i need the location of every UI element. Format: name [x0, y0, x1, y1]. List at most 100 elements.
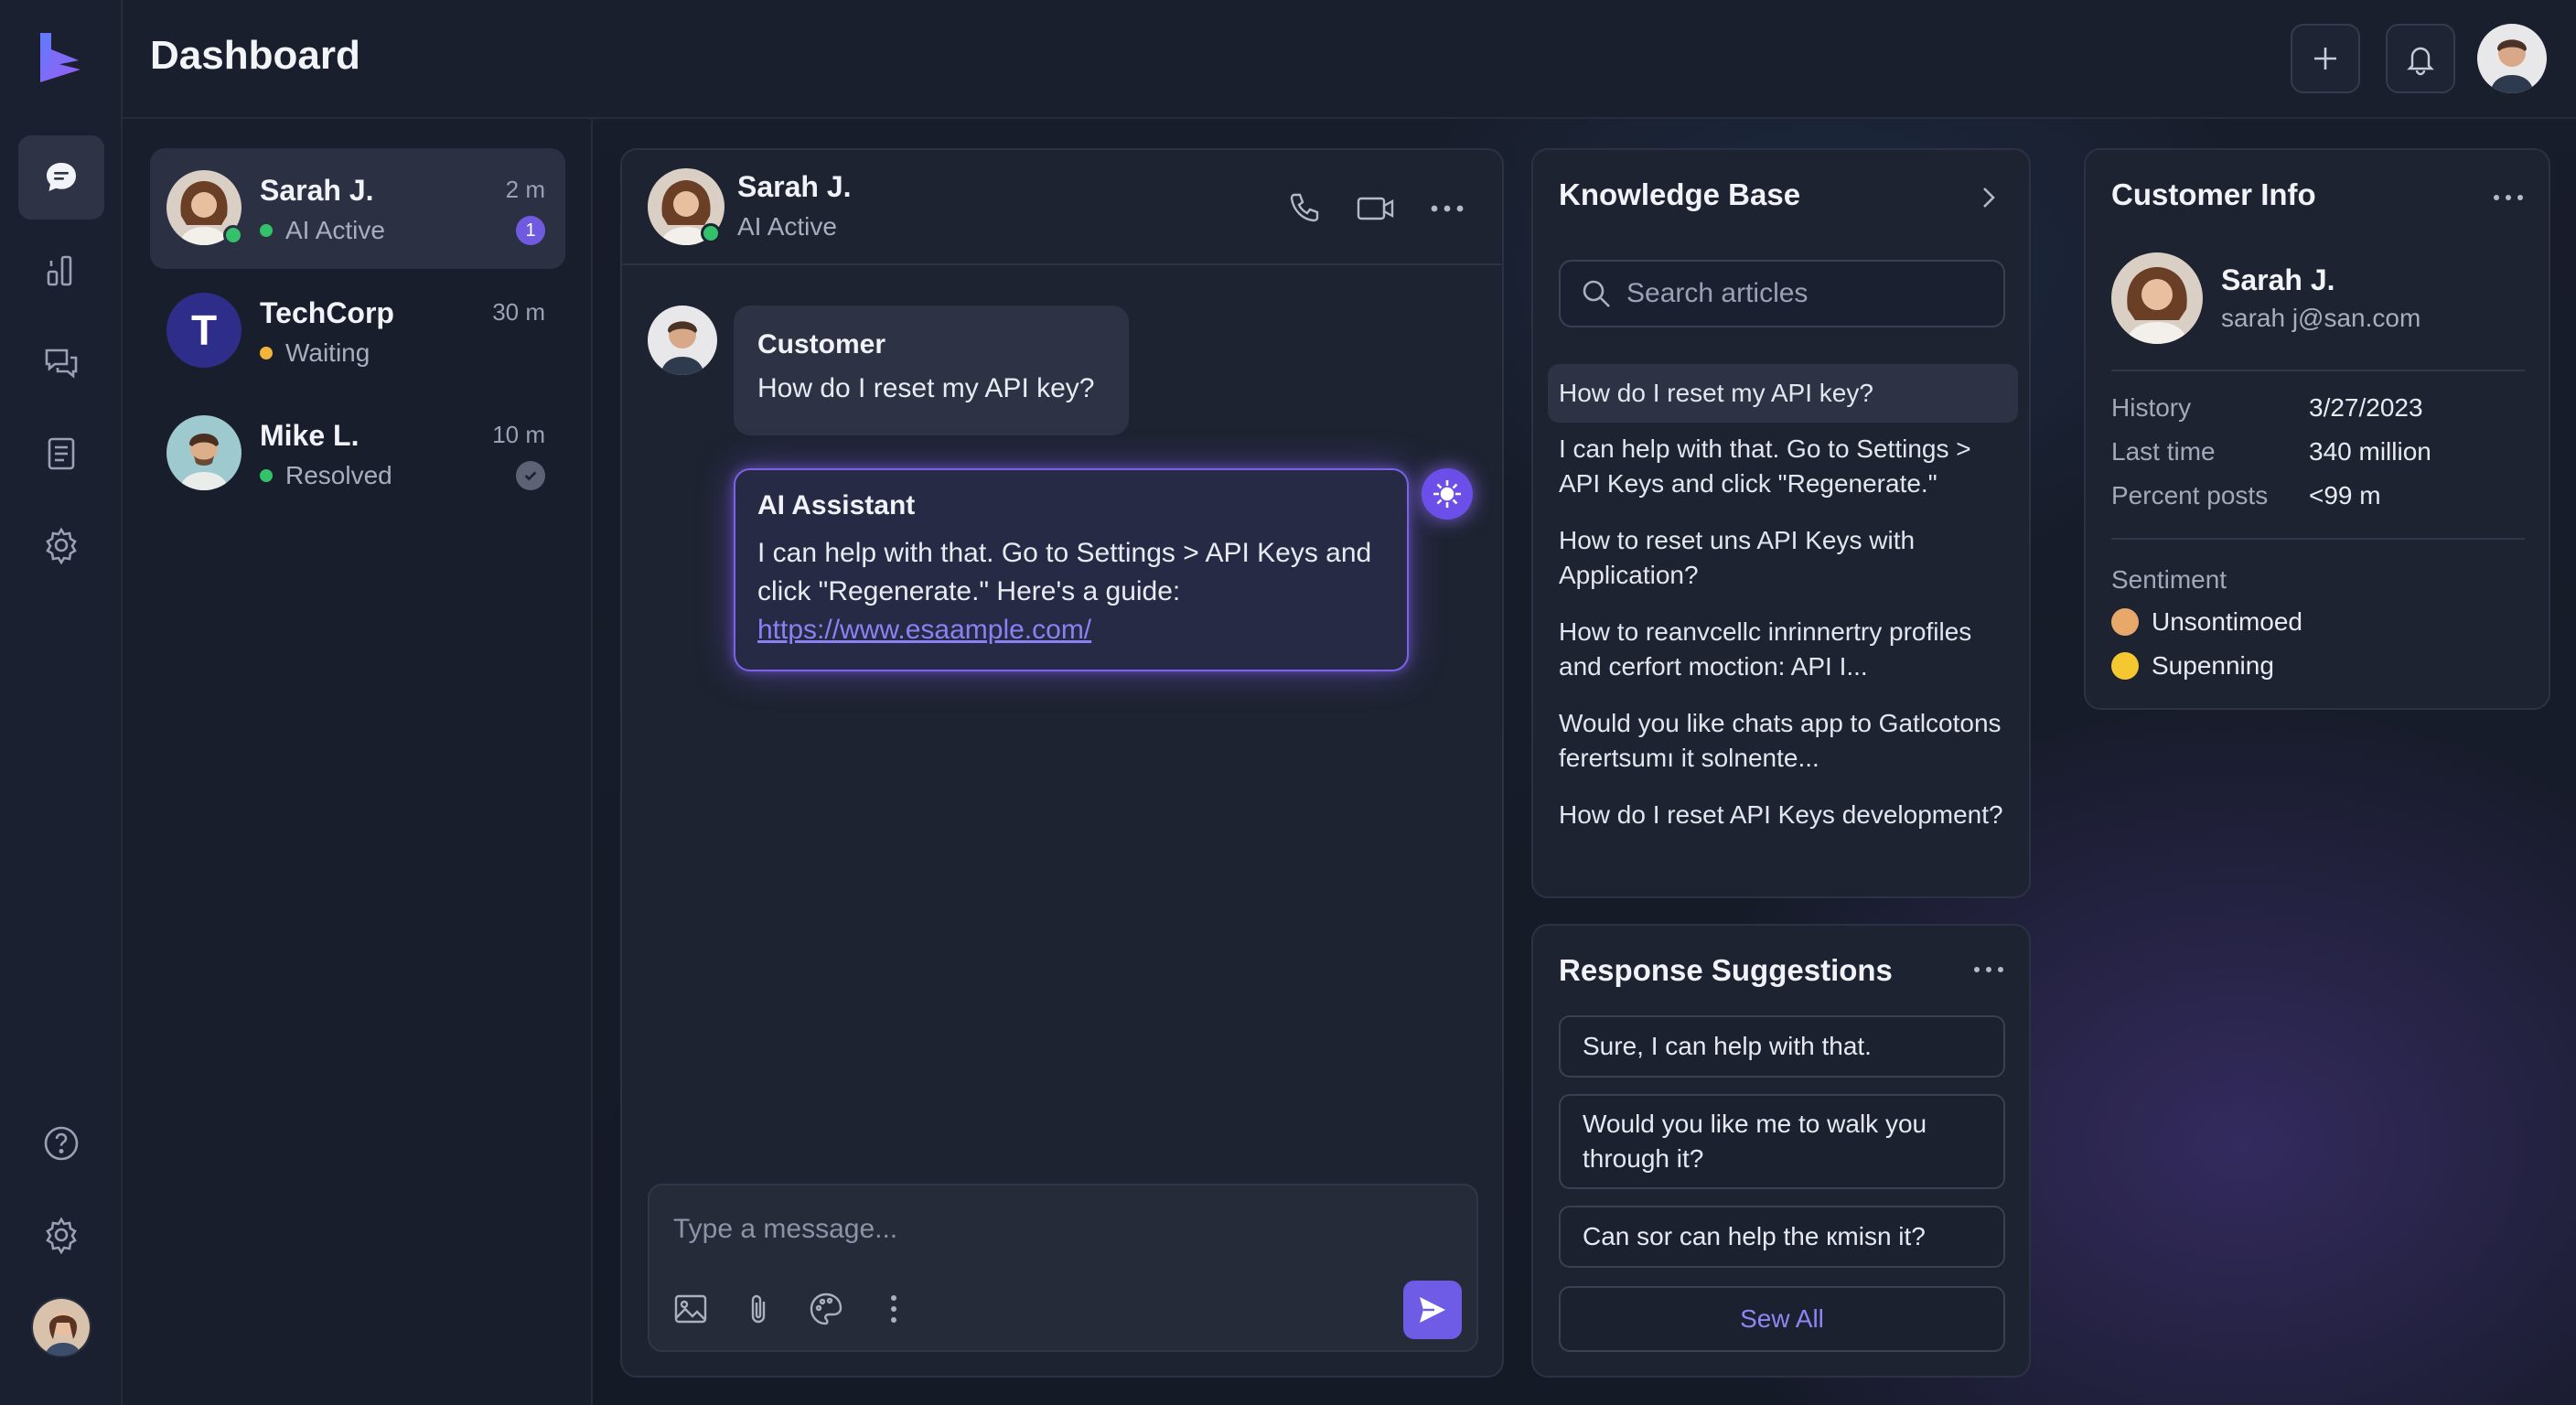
panel-title: Customer Info [2111, 177, 2316, 211]
kb-article[interactable]: I can help with that. Go to Settings > A… [1548, 432, 2018, 501]
help-icon [44, 1126, 79, 1161]
chat-contact-status: AI Active [737, 212, 837, 241]
kb-article[interactable]: How to reanvcellc inrinnertry profiles a… [1548, 615, 2018, 684]
ai-sparkle-badge [1422, 468, 1473, 520]
conversation-status: Resolved [260, 461, 392, 490]
conversation-item-sarah[interactable]: Sarah J. AI Active 2 m 1 [150, 148, 565, 269]
kb-article[interactable]: How do I reset my API key? [1548, 364, 2018, 423]
conversation-time: 30 m [492, 298, 545, 326]
kb-article[interactable]: How do I reset API Keys development? [1548, 798, 2018, 832]
notifications-button[interactable] [2386, 24, 2455, 93]
rail-chat-button[interactable] [18, 135, 104, 220]
rail-help-button[interactable] [18, 1101, 104, 1185]
conversation-item-techcorp[interactable]: T TechCorp Waiting 30 m [150, 271, 565, 391]
chat-bubble-icon [47, 163, 76, 191]
message-input[interactable] [673, 1209, 1423, 1249]
conversation-status-label: Resolved [285, 461, 392, 489]
video-call-button[interactable] [1354, 187, 1398, 231]
document-icon [48, 437, 75, 470]
customer-avatar [648, 306, 717, 375]
kb-article[interactable]: Would you like chats app to Gatlcotons f… [1548, 706, 2018, 776]
more-horizontal-icon[interactable] [2492, 188, 2525, 207]
status-dot [260, 347, 273, 359]
suggestion-item[interactable]: Sure, I can help with that. [1559, 1015, 2005, 1078]
conversation-time: 10 m [492, 421, 545, 448]
customer-message: Customer How do I reset my API key? [734, 306, 1129, 435]
more-horizontal-icon[interactable] [1972, 960, 2005, 979]
message-sender: AI Assistant [757, 490, 916, 520]
rail-settings-button[interactable] [18, 503, 104, 587]
attach-file-button[interactable] [737, 1288, 779, 1330]
conversation-status: Waiting [260, 338, 370, 368]
more-options-button[interactable] [873, 1288, 915, 1330]
sentiment-label: Sentiment [2111, 565, 2227, 594]
suggestion-item[interactable]: Can sor can help the кmisn it? [1559, 1206, 2005, 1268]
image-icon [674, 1294, 707, 1324]
add-button[interactable] [2291, 24, 2360, 93]
chevron-right-icon[interactable] [1972, 181, 2005, 214]
chat-header: Sarah J. AI Active [622, 150, 1502, 265]
ai-assistant-message: AI Assistant I can help with that. Go to… [734, 468, 1409, 671]
panel-title: Knowledge Base [1559, 177, 1801, 211]
conversation-item-mike[interactable]: Mike L. Resolved 10 m [150, 393, 565, 514]
rail-analytics-button[interactable] [18, 229, 104, 313]
sentiment-text: Unsontimoed [2152, 607, 2302, 636]
conversation-status: AI Active [260, 216, 385, 245]
more-horizontal-icon [1431, 205, 1464, 212]
conversation-status-label: AI Active [285, 216, 385, 244]
customer-email: sarah j@san.com [2221, 304, 2421, 332]
rail-messages-button[interactable] [18, 320, 104, 404]
rail-documents-button[interactable] [18, 412, 104, 496]
see-all-button[interactable]: Sew All [1559, 1286, 2005, 1352]
chat-panel: Sarah J. AI Active Customer How do I res… [620, 148, 1504, 1378]
paperclip-icon [751, 1294, 766, 1324]
unread-badge: 1 [516, 216, 545, 245]
analytics-icon [47, 255, 72, 286]
kb-article[interactable]: How to reset uns API Keys with Applicati… [1548, 523, 2018, 593]
conversation-list: Sarah J. AI Active 2 m 1 T TechCorp Wait… [123, 119, 593, 1405]
article-search-box [1559, 260, 2005, 327]
suggestion-item[interactable]: Would you like me to walk you through it… [1559, 1094, 2005, 1189]
user-menu-avatar[interactable] [2477, 24, 2547, 93]
knowledge-base-panel: Knowledge Base How do I reset my API key… [1531, 148, 2031, 898]
article-search-input[interactable] [1626, 278, 1992, 309]
attach-image-button[interactable] [670, 1288, 712, 1330]
field-label: History [2111, 393, 2192, 422]
page-title: Dashboard [150, 33, 360, 78]
message-composer [648, 1184, 1478, 1352]
sentiment-item: Unsontimoed [2111, 607, 2302, 637]
customer-avatar [2111, 252, 2203, 344]
plus-icon [2314, 48, 2336, 70]
divider [2111, 538, 2525, 540]
customer-name: Sarah J. [2221, 263, 2335, 296]
status-dot [260, 469, 273, 482]
ai-gear-icon [1433, 480, 1461, 508]
current-user-avatar[interactable] [31, 1297, 91, 1357]
field-value: 340 million [2309, 437, 2431, 466]
field-label: Percent posts [2111, 481, 2269, 509]
gear-icon [46, 527, 77, 564]
rail-preferences-button[interactable] [18, 1193, 104, 1277]
chat-contact-name: Sarah J. [737, 170, 852, 203]
customer-info-panel: Customer Info Sarah J. sarah j@san.com H… [2084, 148, 2550, 710]
bell-icon [2407, 47, 2434, 76]
chat-more-button[interactable] [1425, 187, 1469, 231]
video-camera-icon [1357, 197, 1394, 220]
guide-link[interactable]: https://www.esaample.com/ [757, 611, 1385, 649]
field-value: <99 m [2309, 481, 2381, 509]
resolved-check-icon [516, 461, 545, 490]
send-icon [1420, 1297, 1445, 1323]
conversation-status-label: Waiting [285, 338, 370, 367]
phone-icon [1290, 193, 1319, 222]
send-button[interactable] [1403, 1281, 1462, 1339]
conversation-name: Sarah J. [260, 174, 374, 207]
message-sender: Customer [757, 329, 886, 359]
call-button[interactable] [1283, 187, 1326, 231]
message-text: I can help with that. Go to Settings > A… [757, 538, 1372, 606]
message-text: How do I reset my API key? [757, 373, 1095, 403]
field-value: 3/27/2023 [2309, 393, 2423, 422]
conversation-name: Mike L. [260, 419, 360, 452]
icon-rail [0, 0, 123, 1405]
app-logo-icon[interactable] [33, 29, 90, 86]
palette-button[interactable] [805, 1288, 847, 1330]
